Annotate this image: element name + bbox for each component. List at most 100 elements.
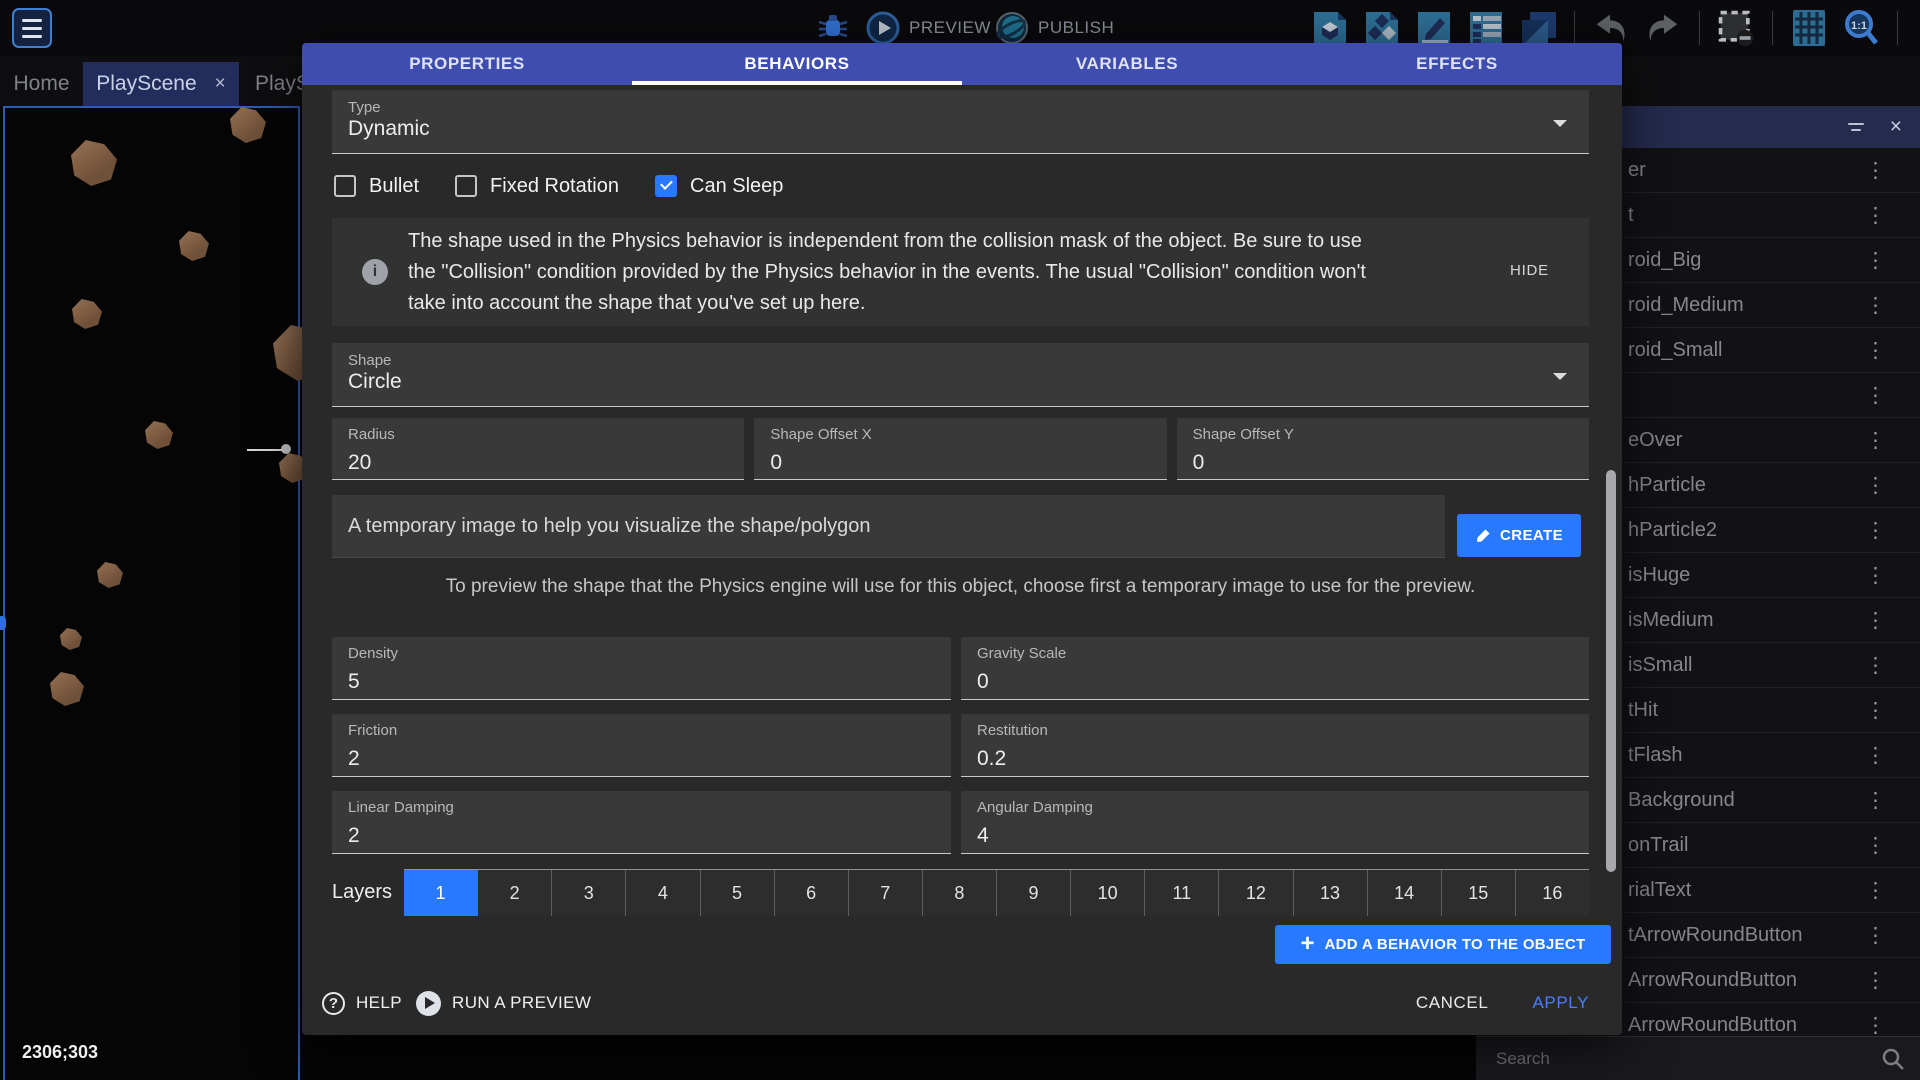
item-menu-icon[interactable]: ⋮ <box>1865 923 1886 948</box>
item-menu-icon[interactable]: ⋮ <box>1865 833 1886 858</box>
add-behavior-button[interactable]: + ADD A BEHAVIOR TO THE OBJECT <box>1275 925 1611 964</box>
item-menu-icon[interactable]: ⋮ <box>1865 743 1886 768</box>
item-menu-icon[interactable]: ⋮ <box>1865 203 1886 228</box>
dialog-footer: ? HELP RUN A PREVIEW CANCEL APPLY <box>302 983 1622 1023</box>
undo-icon[interactable] <box>1591 8 1631 48</box>
layer-cell-12[interactable]: 12 <box>1219 870 1293 916</box>
dialog-tab-properties[interactable]: PROPERTIES <box>302 43 632 85</box>
tab-close-icon[interactable]: × <box>215 73 226 95</box>
temporary-image-field[interactable]: A temporary image to help you visualize … <box>332 495 1445 558</box>
layer-cell-14[interactable]: 14 <box>1368 870 1442 916</box>
field-gravity-scale[interactable]: Gravity Scale0 <box>961 637 1589 700</box>
hide-button[interactable]: HIDE <box>1510 262 1549 279</box>
type-select[interactable]: Type Dynamic <box>332 90 1589 154</box>
item-menu-icon[interactable]: ⋮ <box>1865 968 1886 993</box>
item-menu-icon[interactable]: ⋮ <box>1865 653 1886 678</box>
guide-handle[interactable] <box>281 444 291 454</box>
dialog-tab-effects[interactable]: EFFECTS <box>1292 43 1622 85</box>
field-radius[interactable]: Radius20 <box>332 418 744 480</box>
layer-cell-15[interactable]: 15 <box>1442 870 1516 916</box>
field-restitution[interactable]: Restitution0.2 <box>961 714 1589 777</box>
field-linear-damping[interactable]: Linear Damping2 <box>332 791 951 854</box>
layer-cell-1[interactable]: 1 <box>404 870 478 916</box>
toolbar-separator <box>1772 11 1773 45</box>
item-menu-icon[interactable]: ⋮ <box>1865 563 1886 588</box>
item-menu-icon[interactable]: ⋮ <box>1865 608 1886 633</box>
run-preview-button[interactable]: RUN A PREVIEW <box>416 991 591 1016</box>
field-shape-offset-y[interactable]: Shape Offset Y0 <box>1177 418 1589 480</box>
zoom-1-1-icon[interactable]: 1:1 <box>1841 8 1881 48</box>
object-item-label: onTrail <box>1628 834 1688 857</box>
close-icon[interactable]: × <box>1890 116 1902 137</box>
layer-cell-11[interactable]: 11 <box>1145 870 1219 916</box>
shape-select[interactable]: Shape Circle <box>332 343 1589 407</box>
item-menu-icon[interactable]: ⋮ <box>1865 248 1886 273</box>
field-label: Restitution <box>977 722 1048 739</box>
checkbox-fixed-rotation[interactable]: Fixed Rotation <box>455 175 619 198</box>
layer-cell-2[interactable]: 2 <box>478 870 552 916</box>
redo-icon[interactable] <box>1643 8 1683 48</box>
item-menu-icon[interactable]: ⋮ <box>1865 383 1886 408</box>
grid-icon[interactable] <box>1789 8 1829 48</box>
objects-panel-icon[interactable] <box>1362 8 1402 48</box>
layer-cell-9[interactable]: 9 <box>997 870 1071 916</box>
item-menu-icon[interactable]: ⋮ <box>1865 788 1886 813</box>
hamburger-menu-icon[interactable] <box>12 8 52 48</box>
field-label: Gravity Scale <box>977 645 1066 662</box>
field-label: Shape Offset X <box>770 426 871 443</box>
checkbox-unchecked-icon[interactable] <box>455 175 477 197</box>
field-angular-damping[interactable]: Angular Damping4 <box>961 791 1589 854</box>
preview-button[interactable]: PREVIEW <box>866 8 991 48</box>
checkbox-bullet[interactable]: Bullet <box>334 175 419 198</box>
debug-button[interactable] <box>815 8 851 48</box>
chevron-down-icon <box>1553 120 1567 127</box>
plus-icon: + <box>1301 932 1315 956</box>
item-menu-icon[interactable]: ⋮ <box>1865 518 1886 543</box>
object-search-field[interactable]: Search <box>1476 1036 1920 1080</box>
tab-playscene[interactable]: PlayScene × <box>83 62 239 106</box>
project-settings-icon[interactable] <box>1914 8 1920 48</box>
layer-cell-13[interactable]: 13 <box>1294 870 1368 916</box>
scene-file-icon[interactable] <box>1310 8 1350 48</box>
tab-home[interactable]: Home <box>0 62 83 106</box>
layer-cell-3[interactable]: 3 <box>552 870 626 916</box>
item-menu-icon[interactable]: ⋮ <box>1865 158 1886 183</box>
item-menu-icon[interactable]: ⋮ <box>1865 293 1886 318</box>
dialog-tab-behaviors[interactable]: BEHAVIORS <box>632 43 962 85</box>
deselect-marquee-icon[interactable] <box>1716 8 1756 48</box>
events-list-icon[interactable] <box>1466 8 1506 48</box>
cancel-button[interactable]: CANCEL <box>1416 993 1489 1013</box>
field-shape-offset-x[interactable]: Shape Offset X0 <box>754 418 1166 480</box>
checkbox-can-sleep[interactable]: Can Sleep <box>655 175 783 198</box>
item-menu-icon[interactable]: ⋮ <box>1865 878 1886 903</box>
checkbox-unchecked-icon[interactable] <box>334 175 356 197</box>
help-button[interactable]: ? HELP <box>322 992 402 1015</box>
object-item-label: hParticle2 <box>1628 519 1717 542</box>
publish-button[interactable]: PUBLISH <box>995 8 1114 48</box>
item-menu-icon[interactable]: ⋮ <box>1865 698 1886 723</box>
layer-cell-7[interactable]: 7 <box>849 870 923 916</box>
edit-scene-icon[interactable] <box>1414 8 1454 48</box>
dialog-scrollbar[interactable] <box>1606 470 1616 872</box>
checkbox-checked-icon[interactable] <box>655 175 677 197</box>
create-button[interactable]: CREATE <box>1457 514 1581 557</box>
checkbox-label: Bullet <box>369 175 419 198</box>
item-menu-icon[interactable]: ⋮ <box>1865 428 1886 453</box>
info-text-line2: the "Collision" condition provided by th… <box>408 257 1478 288</box>
field-density[interactable]: Density5 <box>332 637 951 700</box>
layer-cell-8[interactable]: 8 <box>923 870 997 916</box>
item-menu-icon[interactable]: ⋮ <box>1865 338 1886 363</box>
filter-icon[interactable] <box>1848 123 1864 131</box>
field-value: 0 <box>1193 451 1589 475</box>
item-menu-icon[interactable]: ⋮ <box>1865 473 1886 498</box>
layer-cell-4[interactable]: 4 <box>626 870 700 916</box>
item-menu-icon[interactable]: ⋮ <box>1865 1013 1886 1038</box>
field-friction[interactable]: Friction2 <box>332 714 951 777</box>
layer-cell-16[interactable]: 16 <box>1516 870 1589 916</box>
layers-pages-icon[interactable] <box>1518 8 1558 48</box>
layer-cell-5[interactable]: 5 <box>701 870 775 916</box>
layer-cell-10[interactable]: 10 <box>1071 870 1145 916</box>
dialog-tab-variables[interactable]: VARIABLES <box>962 43 1292 85</box>
apply-button[interactable]: APPLY <box>1532 993 1589 1013</box>
layer-cell-6[interactable]: 6 <box>775 870 849 916</box>
